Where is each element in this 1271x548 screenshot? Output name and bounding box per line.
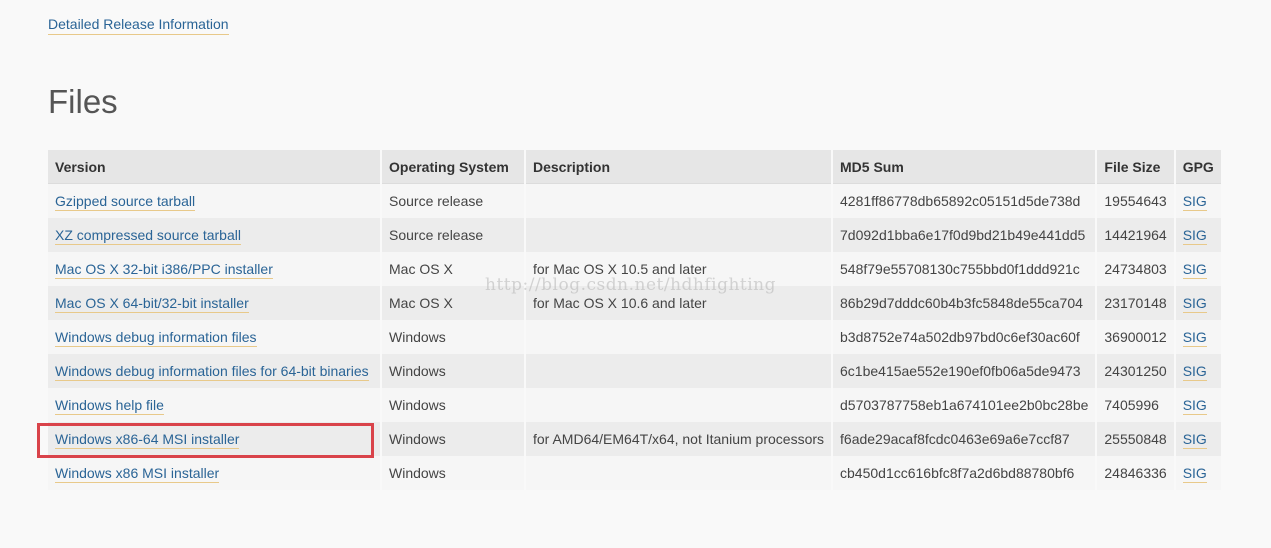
file-download-link[interactable]: Windows x86-64 MSI installer: [55, 431, 240, 449]
header-file-size: File Size: [1097, 150, 1174, 184]
operating-system-cell: Windows: [382, 354, 524, 388]
sig-link[interactable]: SIG: [1182, 295, 1207, 313]
file-download-link[interactable]: Windows debug information files: [55, 329, 257, 347]
description-cell: [526, 320, 832, 354]
table-header-row: Version Operating System Description MD5…: [48, 150, 1221, 184]
sig-link[interactable]: SIG: [1182, 227, 1207, 245]
description-cell: [526, 354, 832, 388]
version-cell: XZ compressed source tarball: [48, 218, 380, 252]
file-download-link[interactable]: Windows debug information files for 64-b…: [55, 363, 369, 381]
description-cell: [526, 388, 832, 422]
operating-system-cell: Source release: [382, 218, 524, 252]
sig-link[interactable]: SIG: [1182, 329, 1207, 347]
table-row: Windows debug information files Windows b3…: [48, 320, 1221, 354]
table-row: Windows x86 MSI installer Windows cb450d1c…: [48, 456, 1221, 490]
md5-sum-cell: 4281ff86778db65892c05151d5de738d: [833, 184, 1096, 218]
table-row: Windows help file Windows d5703787758eb1a6…: [48, 388, 1221, 422]
file-size-cell: 36900012: [1097, 320, 1174, 354]
file-download-link[interactable]: Mac OS X 64-bit/32-bit installer: [55, 295, 249, 313]
description-cell: for Mac OS X 10.5 and later: [526, 252, 832, 286]
description-cell: [526, 218, 832, 252]
version-cell: Windows debug information files: [48, 320, 380, 354]
file-download-link[interactable]: Gzipped source tarball: [55, 193, 196, 211]
header-md5-sum: MD5 Sum: [833, 150, 1096, 184]
file-download-link[interactable]: XZ compressed source tarball: [55, 227, 241, 245]
md5-sum-cell: b3d8752e74a502db97bd0c6ef30ac60f: [833, 320, 1096, 354]
file-download-link[interactable]: Windows help file: [55, 397, 164, 415]
gpg-cell: SIG: [1175, 456, 1221, 490]
header-description: Description: [526, 150, 832, 184]
sig-link[interactable]: SIG: [1182, 465, 1207, 483]
gpg-cell: SIG: [1175, 184, 1221, 218]
operating-system-cell: Mac OS X: [382, 286, 524, 320]
file-size-cell: 24301250: [1097, 354, 1174, 388]
md5-sum-cell: 86b29d7dddc60b4b3fc5848de55ca704: [833, 286, 1096, 320]
description-cell: for AMD64/EM64T/x64, not Itanium process…: [526, 422, 832, 456]
header-operating-system: Operating System: [382, 150, 524, 184]
version-cell: Windows x86 MSI installer: [48, 456, 380, 490]
version-cell: Windows debug information files for 64-b…: [48, 354, 380, 388]
gpg-cell: SIG: [1175, 320, 1221, 354]
description-cell: [526, 456, 832, 490]
operating-system-cell: Windows: [382, 456, 524, 490]
operating-system-cell: Windows: [382, 422, 524, 456]
md5-sum-cell: cb450d1cc616bfc8f7a2d6bd88780bf6: [833, 456, 1096, 490]
sig-link[interactable]: SIG: [1182, 363, 1207, 381]
table-row: Mac OS X 32-bit i386/PPC installer Mac OS…: [48, 252, 1221, 286]
table-row: Windows debug information files for 64-b…: [48, 354, 1221, 388]
header-gpg: GPG: [1175, 150, 1221, 184]
md5-sum-cell: f6ade29acaf8fcdc0463e69a6e7ccf87: [833, 422, 1096, 456]
table-row: Windows x86-64 MSI installer Windows for A…: [48, 422, 1221, 456]
file-size-cell: 23170148: [1097, 286, 1174, 320]
file-size-cell: 24846336: [1097, 456, 1174, 490]
file-size-cell: 14421964: [1097, 218, 1174, 252]
operating-system-cell: Source release: [382, 184, 524, 218]
table-row: Mac OS X 64-bit/32-bit installer Mac OS X…: [48, 286, 1221, 320]
md5-sum-cell: 7d092d1bba6e17f0d9bd21b49e441dd5: [833, 218, 1096, 252]
file-size-cell: 24734803: [1097, 252, 1174, 286]
sig-link[interactable]: SIG: [1182, 261, 1207, 279]
description-cell: for Mac OS X 10.6 and later: [526, 286, 832, 320]
sig-link[interactable]: SIG: [1182, 397, 1207, 415]
gpg-cell: SIG: [1175, 218, 1221, 252]
gpg-cell: SIG: [1175, 286, 1221, 320]
version-cell: Mac OS X 32-bit i386/PPC installer: [48, 252, 380, 286]
version-cell: Mac OS X 64-bit/32-bit installer: [48, 286, 380, 320]
table-row: Gzipped source tarball Source release 4281…: [48, 184, 1221, 218]
gpg-cell: SIG: [1175, 252, 1221, 286]
gpg-cell: SIG: [1175, 354, 1221, 388]
sig-link[interactable]: SIG: [1182, 431, 1207, 449]
detailed-release-information-link[interactable]: Detailed Release Information: [48, 15, 229, 35]
files-section-title: Files: [48, 83, 118, 120]
gpg-cell: SIG: [1175, 422, 1221, 456]
operating-system-cell: Mac OS X: [382, 252, 524, 286]
md5-sum-cell: 6c1be415ae552e190ef0fb06a5de9473: [833, 354, 1096, 388]
file-size-cell: 7405996: [1097, 388, 1174, 422]
sig-link[interactable]: SIG: [1182, 193, 1207, 211]
table-row: XZ compressed source tarball Source relea…: [48, 218, 1221, 252]
md5-sum-cell: d5703787758eb1a674101ee2b0bc28be: [833, 388, 1096, 422]
file-download-link[interactable]: Mac OS X 32-bit i386/PPC installer: [55, 261, 273, 279]
description-cell: [526, 184, 832, 218]
md5-sum-cell: 548f79e55708130c755bbd0f1ddd921c: [833, 252, 1096, 286]
gpg-cell: SIG: [1175, 388, 1221, 422]
operating-system-cell: Windows: [382, 320, 524, 354]
version-cell: Windows help file: [48, 388, 380, 422]
file-size-cell: 25550848: [1097, 422, 1174, 456]
version-cell: Windows x86-64 MSI installer: [48, 422, 380, 456]
file-download-link[interactable]: Windows x86 MSI installer: [55, 465, 220, 483]
file-size-cell: 19554643: [1097, 184, 1174, 218]
version-cell: Gzipped source tarball: [48, 184, 380, 218]
files-table: Version Operating System Description MD5…: [46, 150, 1223, 490]
operating-system-cell: Windows: [382, 388, 524, 422]
header-version: Version: [48, 150, 380, 184]
